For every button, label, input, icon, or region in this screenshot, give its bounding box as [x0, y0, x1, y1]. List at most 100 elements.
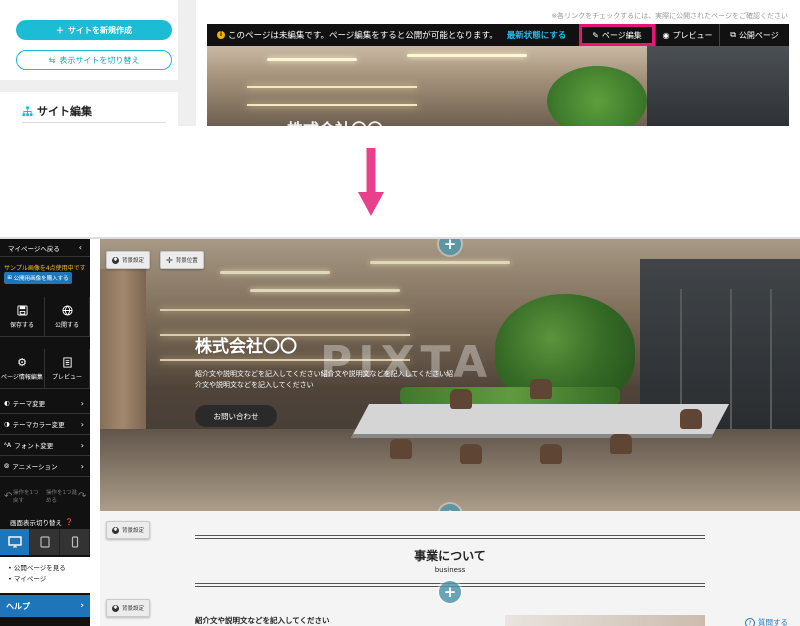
sidebar-links: • 公開ページを見る • マイページ [0, 557, 90, 593]
publish-button[interactable]: 公開する [45, 297, 90, 337]
divider [22, 122, 166, 123]
background-setting-label: 背景設定 [122, 258, 145, 264]
add-section-plus-icon[interactable]: + [439, 581, 461, 603]
hero-description[interactable]: 紹介文や説明文などを記入してください紹介文や説明文などを記入してください紹介文や… [195, 369, 455, 391]
smartphone-view-button[interactable] [60, 529, 90, 555]
public-page-button[interactable]: ⧉ 公開ページ [719, 24, 789, 46]
save-label: 保存する [9, 322, 34, 329]
menu-animation[interactable]: ⦾ アニメーション › [0, 456, 90, 477]
move-icon: ✛ [166, 255, 173, 265]
business-description[interactable]: 紹介文や説明文などを記入してください [195, 615, 330, 626]
undo-redo-row: ↶ 操作を1つ戻す 操作を1つ進める ↷ [0, 485, 90, 513]
menu-label: テーマカラー変更 [12, 421, 65, 429]
mypage-link[interactable]: • マイページ [8, 574, 90, 585]
ceiling-light [267, 58, 357, 61]
link-check-notice: ※各リンクをチェックするには、実際に公開されたページをご確認ください [551, 12, 788, 20]
switch-icon: ⇆ [48, 55, 56, 65]
hero-title[interactable]: 株式会社〇〇 [195, 332, 297, 357]
top-sidebar-card: ＋ サイトを新規作成 ⇆ 表示サイトを切り替え [0, 0, 178, 80]
redo-button[interactable]: 操作を1つ進める [46, 489, 78, 505]
desktop-icon [7, 536, 22, 548]
preview-doc-icon [61, 356, 73, 368]
hero-section[interactable]: PIXTA 株式会社〇〇 紹介文や説明文などを記入してください紹介文や説明文など… [100, 239, 800, 511]
page-editor-screenshot: マイページへ戻る ‹ サンプル画像を4点使用中です ⊞ 公開用画像を購入する 保… [0, 237, 800, 626]
lit-shelf [247, 104, 417, 106]
new-site-button[interactable]: ＋ サイトを新規作成 [16, 20, 172, 40]
public-page-label: 公開ページ [738, 30, 779, 40]
menu-label: テーマ変更 [12, 400, 46, 408]
pencil-icon: ✎ [592, 30, 599, 40]
background-position-label: 背景位置 [175, 258, 198, 264]
smartphone-icon [71, 536, 78, 548]
switch-site-label: 表示サイトを切り替え [59, 55, 140, 65]
animation-icon: ⦾ [4, 461, 10, 470]
menu-label: フォント変更 [14, 442, 54, 450]
site-edit-heading: サイト編集 [22, 103, 92, 119]
chevron-right-icon: › [80, 601, 84, 611]
undo-button[interactable]: 操作を1つ戻す [13, 489, 41, 505]
device-switcher [0, 529, 90, 555]
gear-icon: ⚙ [17, 355, 27, 369]
business-title[interactable]: 事業について [100, 547, 800, 564]
save-button[interactable]: 保存する [0, 297, 45, 337]
chevron-right-icon: › [80, 419, 84, 429]
top-hero-title: 株式会社〇〇 [287, 116, 383, 126]
page-edit-button[interactable]: ✎ ページ編集 [579, 24, 655, 46]
sample-image-notice: サンプル画像を4点使用中です [4, 265, 86, 272]
business-subtitle[interactable]: business [100, 566, 800, 574]
menu-theme-change[interactable]: ◐ テーマ変更 › [0, 393, 90, 414]
switch-site-button[interactable]: ⇆ 表示サイトを切り替え [16, 50, 172, 70]
double-rule [195, 535, 705, 539]
eye-icon: ◉ [662, 30, 670, 40]
background-setting-label: 背景設定 [122, 528, 145, 534]
palette-icon: ◑ [4, 420, 10, 428]
preview-button[interactable]: プレビュー [45, 349, 90, 389]
help-button[interactable]: ヘルプ › [0, 595, 90, 617]
back-to-mypage-button[interactable]: マイページへ戻る ‹ [0, 239, 90, 257]
background-setting-button[interactable]: ✱ 背景設定 [106, 599, 151, 617]
background-position-button[interactable]: ✛ 背景位置 [160, 251, 204, 269]
preview-label: プレビュー [51, 374, 82, 381]
gear-icon: ✱ [112, 604, 119, 612]
preview-button[interactable]: ◉ プレビュー [655, 24, 719, 46]
status-text: このページは未編集です。ページ編集をすると公開が可能となります。 [228, 31, 498, 41]
page-edit-label: ページ編集 [601, 30, 642, 40]
ask-question-link[interactable]: ? 質問する [745, 617, 788, 626]
undo-icon: ↶ [4, 491, 13, 502]
floppy-icon [16, 304, 28, 316]
display-toggle-label: 画面表示切り替え ❓ [10, 517, 73, 527]
desktop-view-button[interactable] [0, 529, 30, 555]
refresh-latest-link[interactable]: 最新状態にする [507, 29, 567, 41]
site-edit-title-text: サイト編集 [37, 105, 92, 118]
menu-font-change[interactable]: ᴬA フォント変更 › [0, 435, 90, 456]
business-section[interactable]: 事業について business 紹介文や説明文などを記入してください ✱ 背景設… [100, 511, 800, 626]
gear-icon: ✱ [112, 526, 119, 534]
external-link-icon: ⧉ [730, 30, 736, 39]
ceiling-light [407, 54, 527, 57]
lit-shelf [247, 86, 417, 88]
background-setting-button[interactable]: ✱ 背景設定 [106, 521, 151, 539]
info-icon: i [217, 31, 225, 39]
background-setting-button[interactable]: ✱ 背景設定 [106, 251, 151, 269]
publish-label: 公開する [54, 322, 79, 329]
page-status-toolbar: i このページは未編集です。ページ編集をすると公開が可能となります。 最新状態に… [207, 24, 789, 46]
chevron-right-icon: › [80, 461, 84, 471]
view-public-page-link[interactable]: • 公開ページを見る [8, 563, 90, 574]
top-screenshot-panel: ＋ サイトを新規作成 ⇆ 表示サイトを切り替え サイト編集 ※各リンクをチェック… [0, 0, 800, 126]
menu-theme-color-change[interactable]: ◑ テーマカラー変更 › [0, 414, 90, 435]
page-info-edit-button[interactable]: ⚙ ページ情報編集 [0, 349, 45, 389]
chevron-right-icon: › [80, 398, 84, 408]
question-label: 質問する [758, 618, 788, 626]
help-label: ヘルプ [6, 601, 30, 611]
page-info-label: ページ情報編集 [1, 374, 43, 381]
chevron-left-icon: ‹ [78, 243, 82, 252]
globe-icon [61, 304, 73, 316]
contact-button[interactable]: お問い合わせ [195, 405, 277, 427]
question-icon: ? [745, 617, 755, 626]
help-circle-icon: ❓ [65, 518, 74, 526]
plant [547, 66, 647, 126]
business-image[interactable] [505, 615, 705, 626]
purchase-image-button[interactable]: ⊞ 公開用画像を購入する [4, 272, 72, 284]
tablet-view-button[interactable] [30, 529, 60, 555]
theme-icon: ◐ [4, 399, 10, 407]
